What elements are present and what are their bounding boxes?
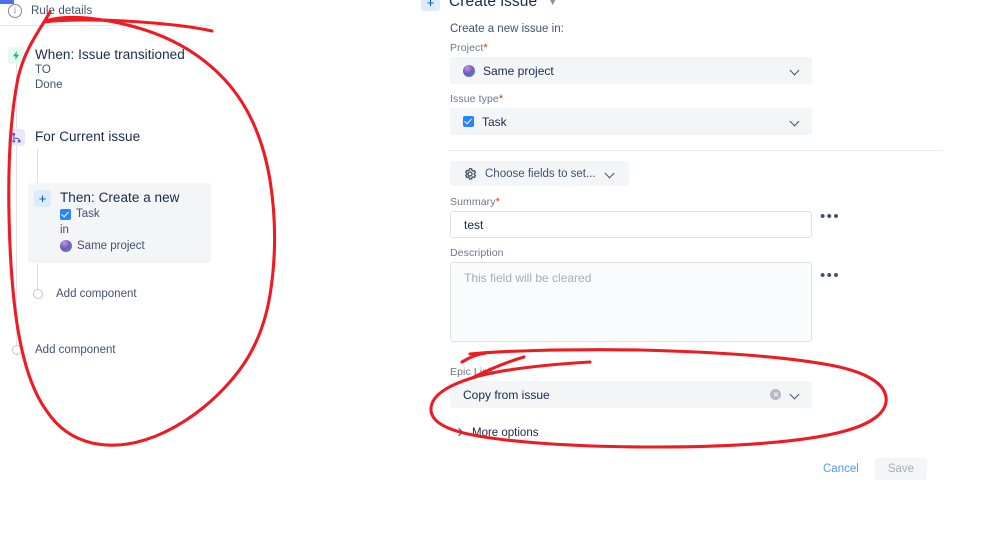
choose-fields-label: Choose fields to set... <box>485 167 596 180</box>
rule-node-trigger[interactable]: When: Issue transitioned TO Done <box>8 46 185 93</box>
add-component-inner-label: Add component <box>56 288 137 300</box>
save-button[interactable]: Save <box>874 458 928 480</box>
rule-node-action-create-issue[interactable]: + Then: Create a new Task in Same projec… <box>28 183 211 263</box>
required-asterisk: * <box>495 196 501 208</box>
action-issue-type-row: Task <box>60 206 179 222</box>
add-component-inner[interactable]: Add component <box>33 288 137 300</box>
chevron-down-icon[interactable]: ▼ <box>548 0 557 7</box>
epic-link-select[interactable]: Copy from issue <box>450 381 812 408</box>
rule-node-branch[interactable]: For Current issue <box>8 128 140 146</box>
description-textarea[interactable]: This field will be cleared <box>450 262 812 342</box>
rule-tree-panel: i Rule details When: Issue transitioned … <box>0 0 400 552</box>
trigger-title: When: Issue transitioned <box>35 47 185 62</box>
info-icon: i <box>8 4 22 18</box>
chevron-down-icon[interactable] <box>789 115 802 128</box>
issue-type-select-value: Task <box>482 114 507 129</box>
task-icon <box>60 208 71 220</box>
clear-icon[interactable] <box>770 389 781 400</box>
issue-type-label: Issue type* <box>450 93 504 105</box>
form-divider <box>448 150 943 151</box>
epic-link-label: Epic Link <box>450 366 494 378</box>
issue-type-field-group: Issue type* Task <box>450 93 812 135</box>
lightning-bolt-icon <box>8 47 25 64</box>
summary-field-group: Summary* test ••• <box>450 196 839 238</box>
project-avatar-icon <box>463 64 475 77</box>
branch-icon <box>8 129 25 146</box>
create-issue-form-panel: + Create issue ▼ Create a new issue in: … <box>415 0 945 552</box>
trigger-sub-status: Done <box>35 79 63 91</box>
rule-details-label: Rule details <box>31 5 93 17</box>
description-placeholder: This field will be cleared <box>464 271 592 285</box>
add-dot-icon <box>12 345 22 355</box>
action-project-label: Same project <box>77 240 145 252</box>
description-more-menu-icon[interactable]: ••• <box>820 268 840 283</box>
add-dot-icon <box>33 289 43 299</box>
chevron-down-icon <box>604 167 617 180</box>
summary-input[interactable]: test <box>450 211 812 238</box>
trigger-sub-to: TO <box>35 64 51 76</box>
project-field-group: Project* Same project <box>450 42 812 84</box>
project-label: Project* <box>450 42 488 54</box>
action-title: Then: Create a new <box>60 190 180 205</box>
choose-fields-button[interactable]: Choose fields to set... <box>450 161 629 186</box>
project-avatar-icon <box>60 240 72 252</box>
plus-icon: + <box>421 0 440 11</box>
chevron-down-icon[interactable] <box>789 388 802 401</box>
project-select[interactable]: Same project <box>450 57 812 84</box>
description-label: Description <box>450 247 504 259</box>
epic-link-select-value: Copy from issue <box>463 387 550 402</box>
summary-input-value: test <box>464 217 484 232</box>
action-issue-type-label: Task <box>76 208 100 220</box>
more-options-toggle[interactable]: More options <box>456 427 538 439</box>
branch-title: For Current issue <box>35 129 141 144</box>
issue-type-select[interactable]: Task <box>450 108 812 135</box>
chevron-down-icon[interactable] <box>789 64 802 77</box>
required-asterisk: * <box>483 42 488 54</box>
add-component-outer[interactable]: Add component <box>12 344 116 356</box>
task-icon <box>463 116 474 127</box>
tree-rail-main <box>16 60 17 345</box>
form-subtitle: Create a new issue in: <box>450 23 564 35</box>
action-connector-label: in <box>60 224 69 236</box>
action-project-row: Same project <box>60 238 179 254</box>
page-title: Create issue <box>449 0 538 10</box>
epic-link-field-group: Epic Link Copy from issue <box>450 366 812 408</box>
form-header: + Create issue ▼ <box>421 0 557 11</box>
left-panel-divider <box>0 25 211 26</box>
plus-icon: + <box>34 190 51 207</box>
rule-details-row[interactable]: i Rule details <box>8 2 92 20</box>
required-asterisk: * <box>498 93 504 105</box>
description-field-group: Description This field will be cleared •… <box>450 247 839 342</box>
gear-icon <box>463 167 477 181</box>
more-options-label: More options <box>472 427 539 439</box>
chevron-right-icon <box>456 429 464 437</box>
form-actions: Cancel Save <box>815 458 928 480</box>
summary-label: Summary* <box>450 196 501 208</box>
project-select-value: Same project <box>483 63 554 78</box>
cancel-button[interactable]: Cancel <box>815 458 867 480</box>
summary-more-menu-icon[interactable]: ••• <box>820 209 840 224</box>
add-component-outer-label: Add component <box>35 344 116 356</box>
